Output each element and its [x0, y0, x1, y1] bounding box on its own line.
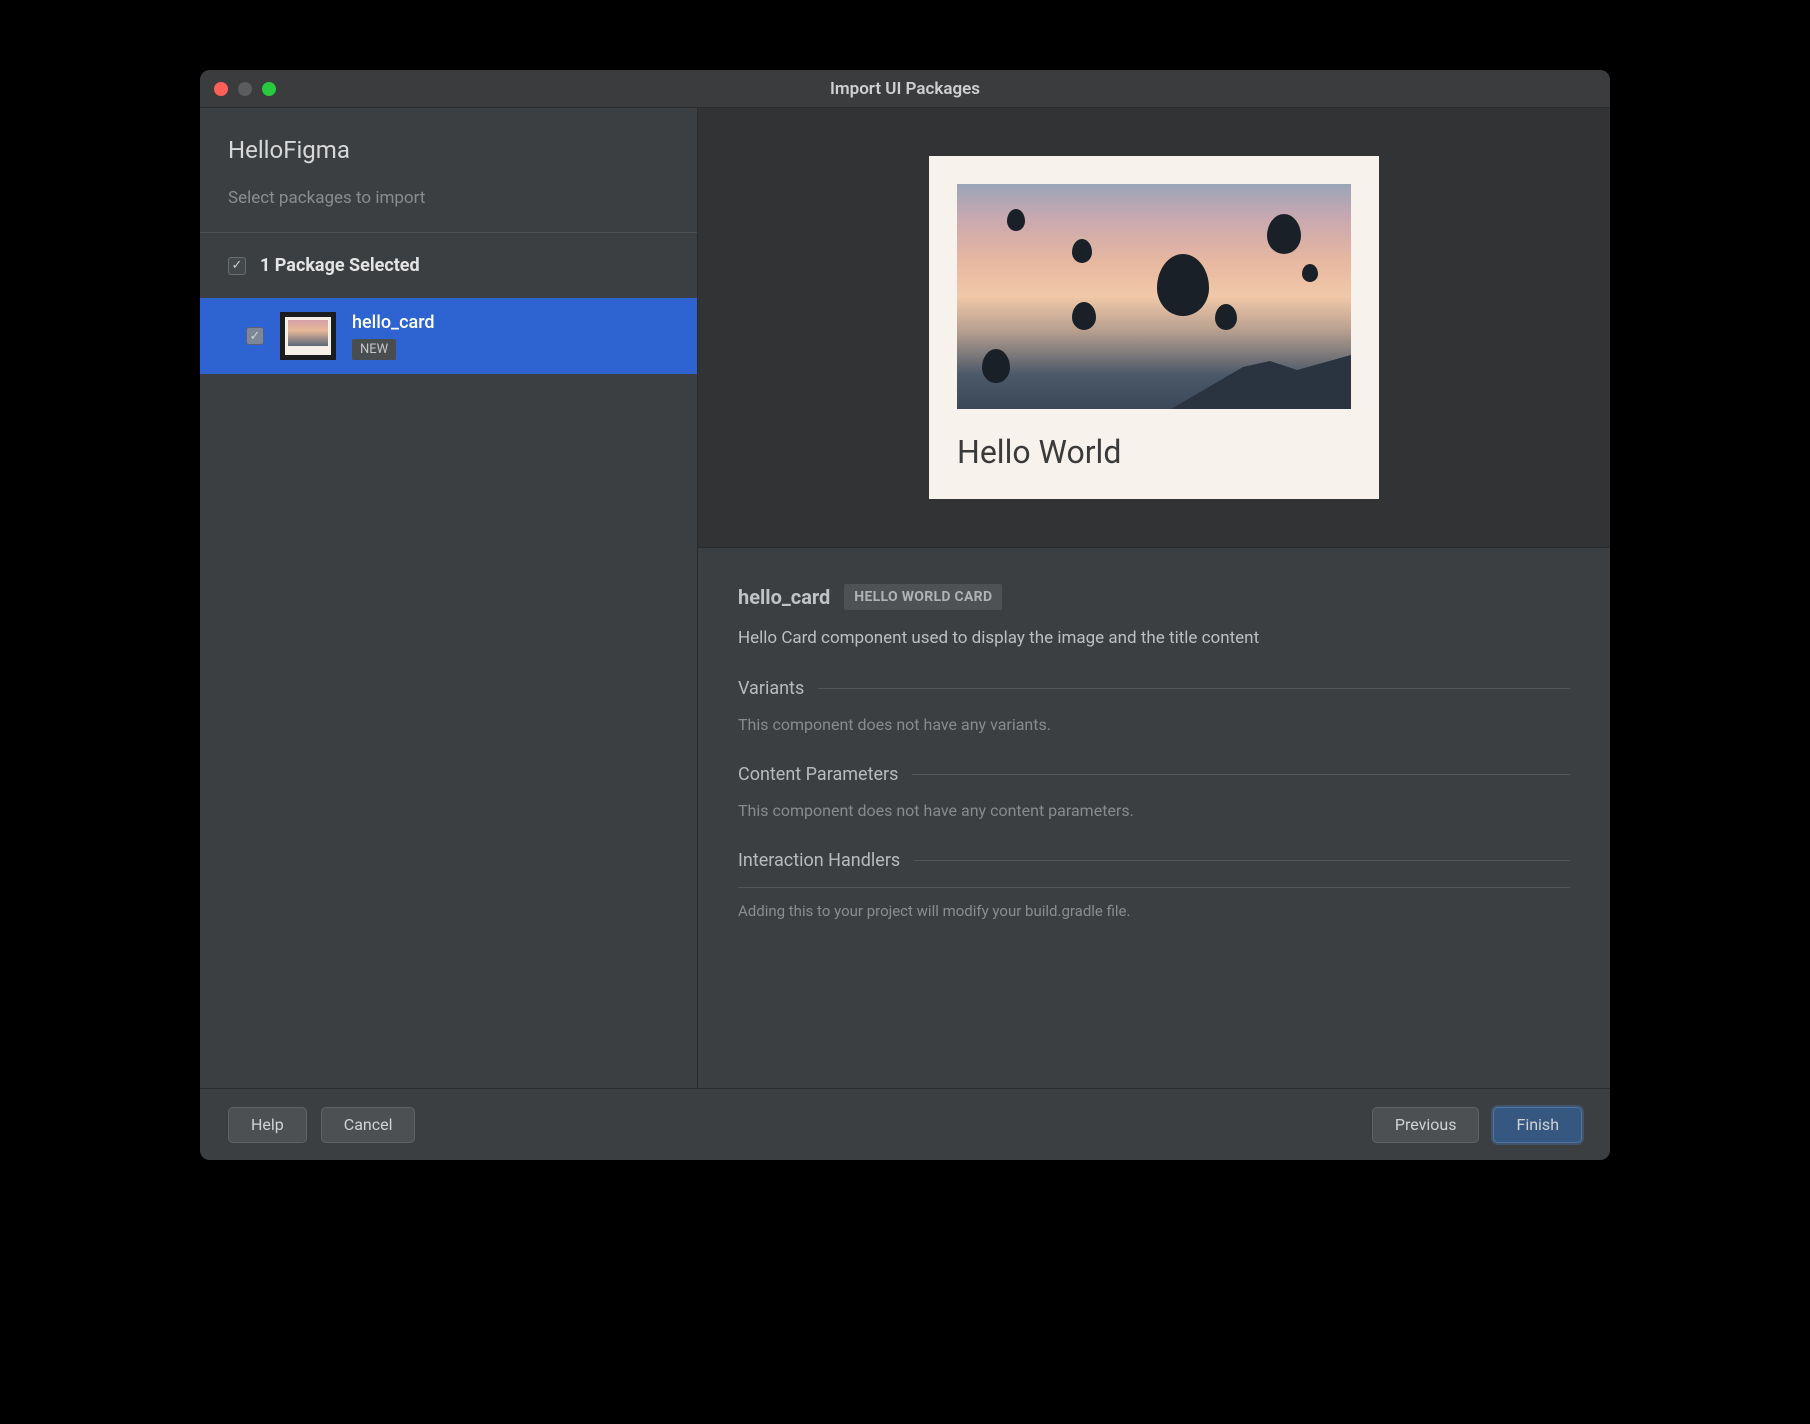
variants-title-text: Variants — [738, 678, 804, 699]
button-bar: Help Cancel Previous Finish — [200, 1088, 1610, 1160]
interaction-handlers-section: Interaction Handlers — [738, 850, 1570, 871]
select-all-row: ✓ 1 Package Selected — [200, 233, 697, 298]
interaction-handlers-title: Interaction Handlers — [738, 850, 1570, 871]
window-controls — [214, 82, 276, 96]
help-button[interactable]: Help — [228, 1107, 307, 1143]
balloon-icon — [1007, 209, 1025, 231]
preview-image — [957, 184, 1351, 409]
details-header: hello_card HELLO WORLD CARD — [738, 584, 1570, 610]
sidebar-header: HelloFigma Select packages to import — [200, 108, 697, 233]
landscape-silhouette — [1171, 349, 1351, 409]
content-parameters-body: This component does not have any content… — [738, 801, 1570, 820]
balloon-icon — [1267, 214, 1301, 254]
variants-title: Variants — [738, 678, 1570, 699]
balloon-icon — [982, 349, 1010, 383]
package-item-hello-card[interactable]: ✓ hello_card NEW — [200, 298, 697, 374]
finish-button[interactable]: Finish — [1493, 1107, 1582, 1143]
previous-button[interactable]: Previous — [1372, 1107, 1480, 1143]
preview-area: Hello World — [698, 108, 1610, 548]
balloon-icon — [1302, 264, 1318, 282]
package-meta: hello_card NEW — [352, 312, 435, 360]
window-title: Import UI Packages — [200, 79, 1610, 99]
preview-card-title: Hello World — [957, 433, 1351, 471]
component-name: hello_card — [738, 585, 830, 609]
footer-note: Adding this to your project will modify … — [738, 887, 1570, 920]
balloon-icon — [1072, 302, 1096, 330]
new-badge: NEW — [352, 339, 396, 360]
sidebar: HelloFigma Select packages to import ✓ 1… — [200, 108, 698, 1088]
package-checkbox[interactable]: ✓ — [246, 327, 264, 345]
preview-card: Hello World — [929, 156, 1379, 499]
balloon-icon — [1072, 239, 1092, 263]
dialog-body: HelloFigma Select packages to import ✓ 1… — [200, 108, 1610, 1088]
component-description: Hello Card component used to display the… — [738, 628, 1570, 648]
content-parameters-title-text: Content Parameters — [738, 764, 898, 785]
selected-count-label: 1 Package Selected — [260, 255, 420, 276]
content-parameters-title: Content Parameters — [738, 764, 1570, 785]
maximize-icon[interactable] — [262, 82, 276, 96]
cancel-button[interactable]: Cancel — [321, 1107, 416, 1143]
select-all-checkbox[interactable]: ✓ — [228, 257, 246, 275]
project-title: HelloFigma — [228, 136, 669, 164]
variants-body: This component does not have any variant… — [738, 715, 1570, 734]
dialog-window: Import UI Packages HelloFigma Select pac… — [200, 70, 1610, 1160]
variants-section: Variants This component does not have an… — [738, 678, 1570, 734]
project-subtitle: Select packages to import — [228, 188, 669, 208]
main-panel: Hello World hello_card HELLO WORLD CARD … — [698, 108, 1610, 1088]
content-parameters-section: Content Parameters This component does n… — [738, 764, 1570, 820]
balloon-icon — [1215, 304, 1237, 330]
titlebar: Import UI Packages — [200, 70, 1610, 108]
package-name: hello_card — [352, 312, 435, 333]
close-icon[interactable] — [214, 82, 228, 96]
details-panel: hello_card HELLO WORLD CARD Hello Card c… — [698, 548, 1610, 1088]
minimize-icon[interactable] — [238, 82, 252, 96]
interaction-handlers-title-text: Interaction Handlers — [738, 850, 900, 871]
package-thumbnail — [280, 312, 336, 360]
balloon-icon — [1157, 254, 1209, 316]
component-badge: HELLO WORLD CARD — [844, 584, 1002, 610]
